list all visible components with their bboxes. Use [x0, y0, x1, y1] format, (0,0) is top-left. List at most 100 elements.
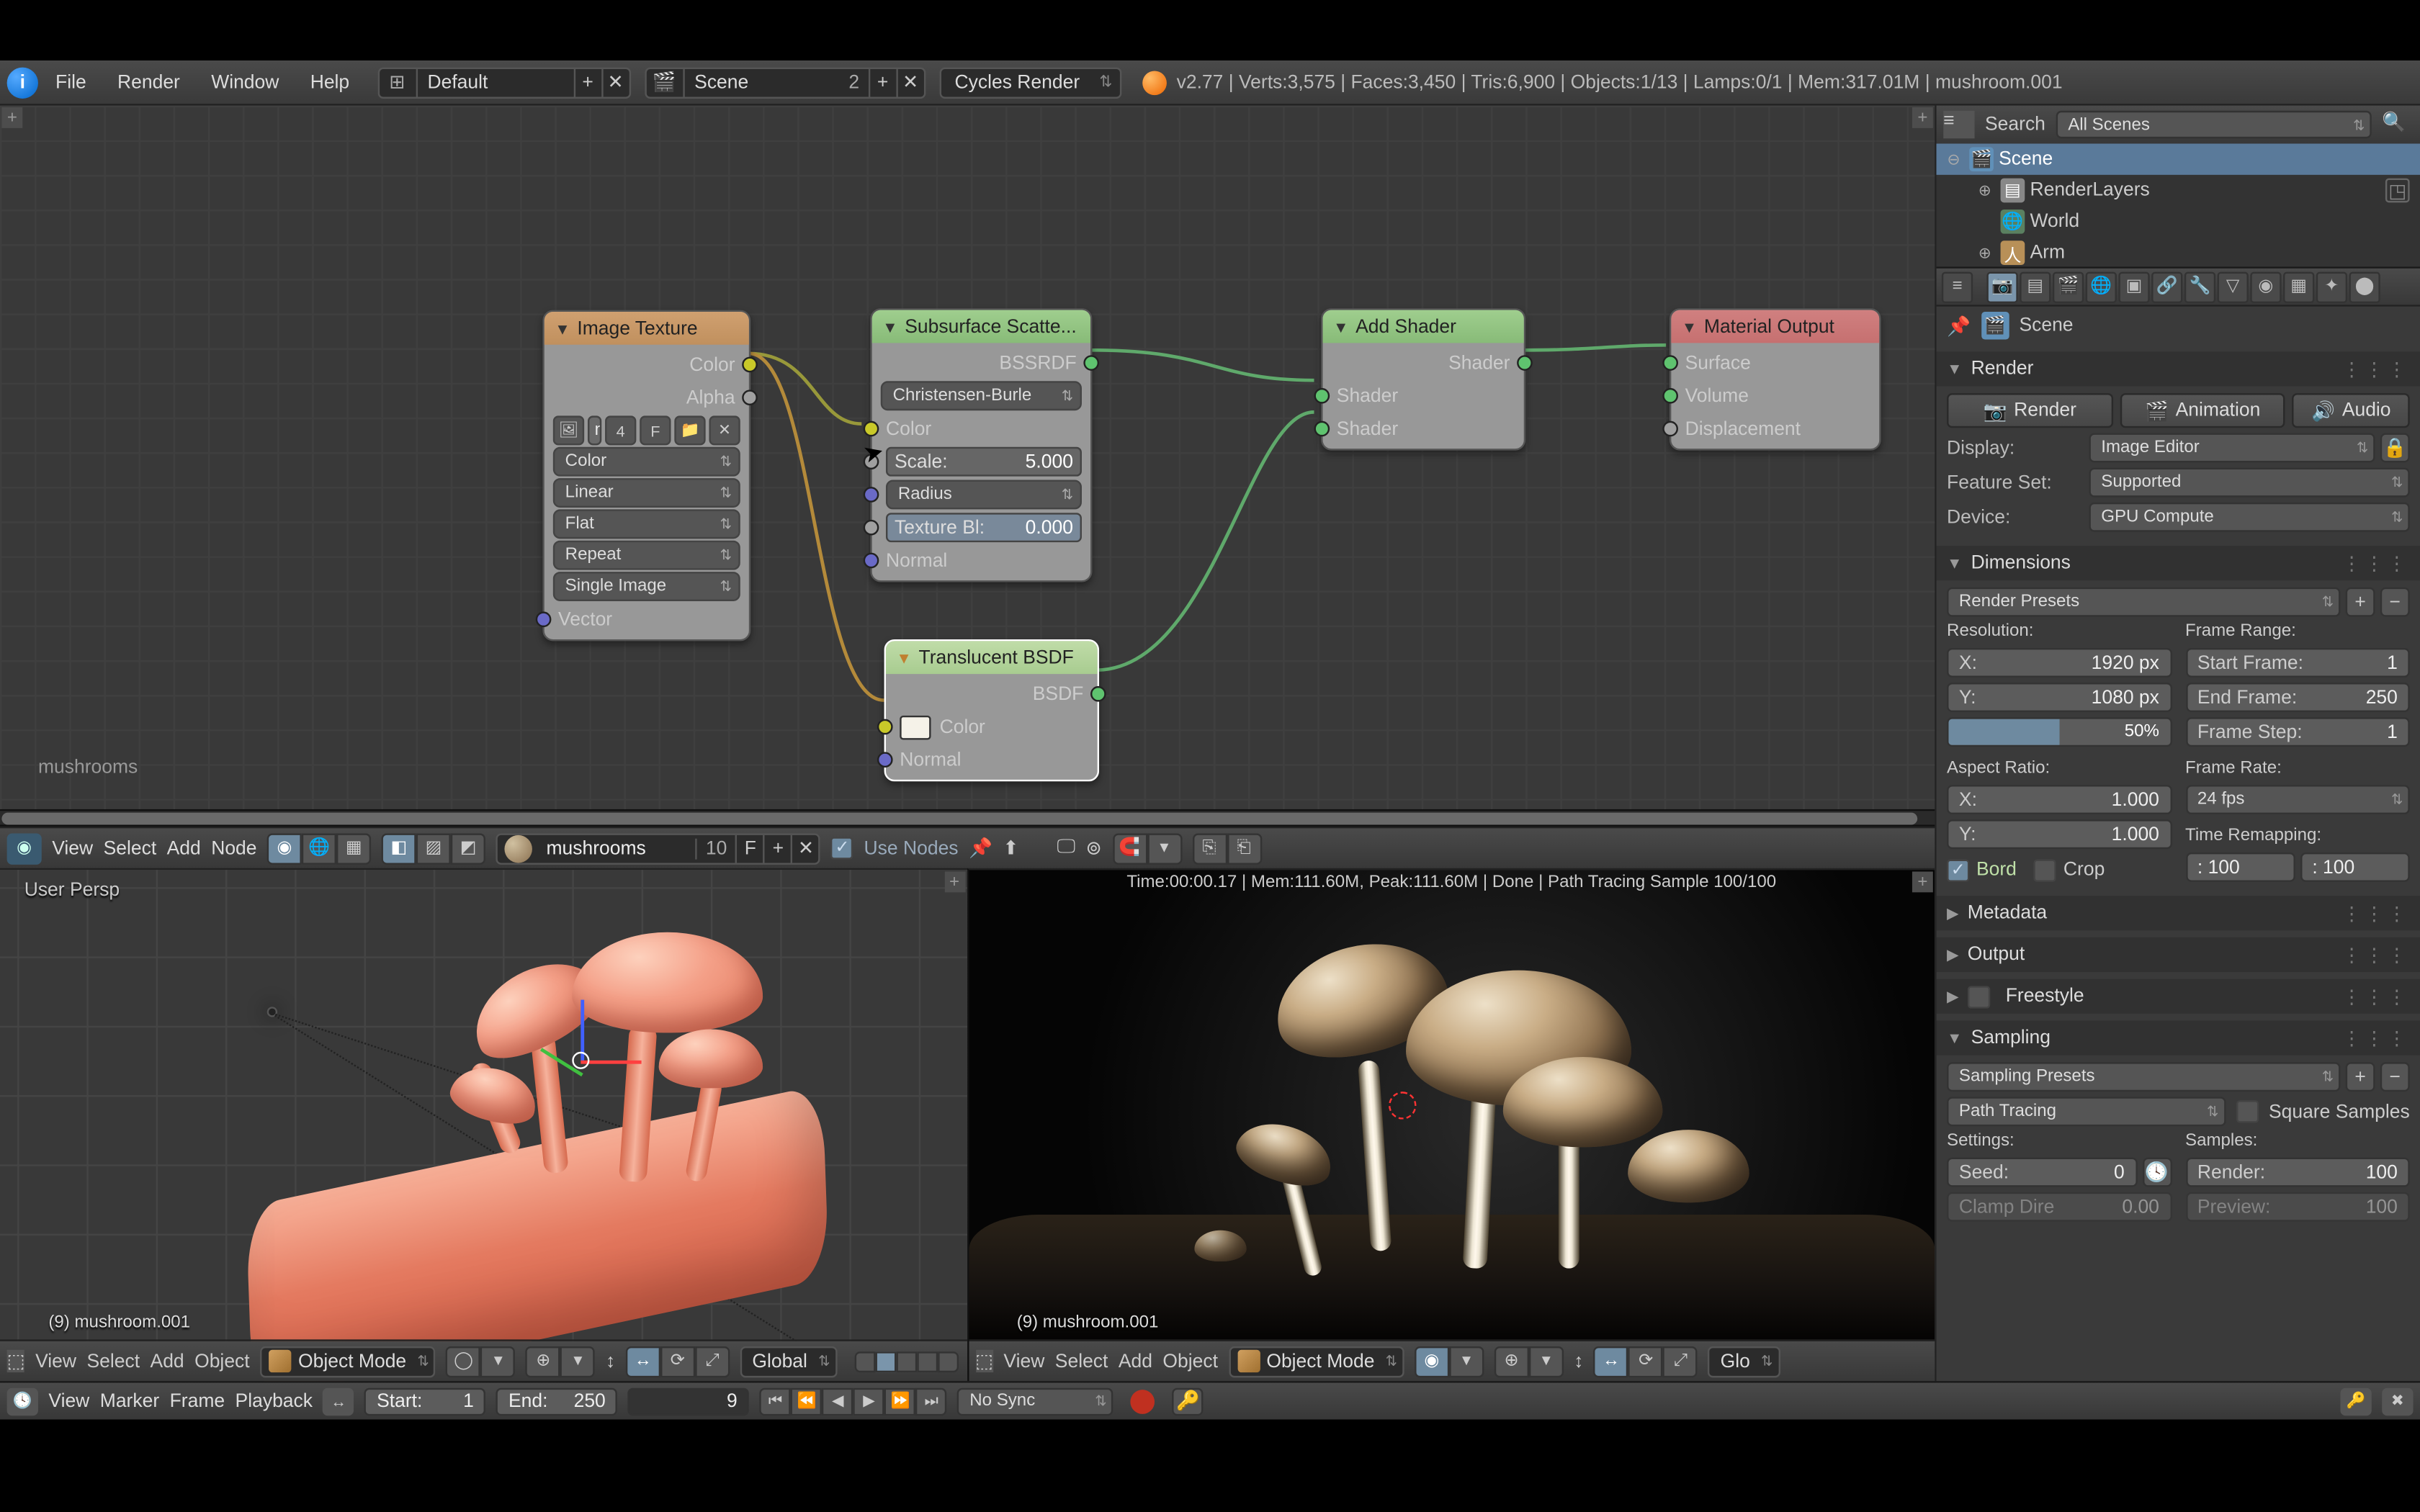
- paste-nodes-icon[interactable]: ⎗: [1227, 832, 1261, 863]
- socket-out-bsdf[interactable]: BSDF: [886, 678, 1098, 711]
- node-image-texture[interactable]: ▼Image Texture Color Alpha 🖼 mu 4 F 📁 ✕ …: [542, 310, 750, 642]
- ctx-data-icon[interactable]: ▽: [2218, 271, 2249, 302]
- manip-rotate-icon[interactable]: ⟳: [660, 1346, 695, 1377]
- ctx-render-icon[interactable]: 📷: [1986, 271, 2017, 302]
- lock-ui-icon[interactable]: 🔒: [2380, 433, 2410, 463]
- node-subsurface-scattering[interactable]: ▼Subsurface Scatte... BSSRDF Christensen…: [870, 308, 1092, 582]
- pivot-buttons[interactable]: ⊕ ▾: [1494, 1346, 1564, 1377]
- socket-out-shader[interactable]: Shader: [1323, 346, 1524, 379]
- start-frame-field[interactable]: Start:1: [364, 1387, 485, 1416]
- jump-end-icon[interactable]: ⏭: [916, 1387, 947, 1416]
- autokey-icon[interactable]: 🔑: [1173, 1387, 1204, 1416]
- ctx-particles-icon[interactable]: ✦: [2316, 271, 2347, 302]
- preview-samples-field[interactable]: Preview:100: [2185, 1192, 2410, 1222]
- menu-file[interactable]: File: [42, 60, 100, 105]
- area-corner-handle[interactable]: +: [1912, 107, 1933, 128]
- socket-in-displacement[interactable]: Displacement: [1671, 413, 1879, 446]
- node-editor-hscroll[interactable]: [0, 809, 1935, 827]
- socket-out-color[interactable]: Color: [544, 348, 749, 382]
- auto-record-icon[interactable]: [1131, 1389, 1155, 1413]
- viewport-3d-right[interactable]: Time:00:00.17 | Mem:111.60M, Peak:111.60…: [967, 868, 1935, 1381]
- jump-next-key-icon[interactable]: ⏩: [884, 1387, 915, 1416]
- start-frame-field[interactable]: Start Frame:1: [2185, 648, 2410, 678]
- snap-toggle[interactable]: 🧲 ▾: [1112, 832, 1181, 863]
- shading-rendered-icon[interactable]: ◉: [1415, 1346, 1449, 1377]
- node-header[interactable]: ▼Translucent BSDF: [886, 641, 1098, 674]
- tl-menu-playback[interactable]: Playback: [236, 1390, 313, 1411]
- resolution-percentage-slider[interactable]: 50%: [1947, 717, 2172, 747]
- node-translucent-bsdf[interactable]: ▼Translucent BSDF BSDF Color Normal: [884, 639, 1099, 781]
- material-fakeuser-button[interactable]: F: [735, 834, 763, 863]
- pin-icon[interactable]: 📌: [969, 837, 992, 859]
- node-header[interactable]: ▼Image Texture: [544, 312, 749, 345]
- pin-icon[interactable]: 📌: [1947, 315, 1971, 337]
- area-corner-handle[interactable]: +: [1, 107, 22, 128]
- gizmo-x-axis[interactable]: [581, 1061, 641, 1064]
- projection-dropdown[interactable]: Flat: [553, 509, 740, 539]
- manip-scale-icon[interactable]: ⤢: [1663, 1346, 1698, 1377]
- resolution-x-field[interactable]: X:1920 px: [1947, 648, 2172, 678]
- viewport-3d-left[interactable]: User Persp (9) mushroom.001 + ⬚ View Sel…: [0, 868, 967, 1381]
- linestyle-data-icon[interactable]: ▦: [336, 832, 371, 863]
- socket-in-shader-2[interactable]: Shader: [1323, 413, 1524, 446]
- node-add-shader[interactable]: ▼Add Shader Shader Shader Shader: [1321, 308, 1525, 450]
- nodeed-menu-view[interactable]: View: [52, 838, 93, 859]
- panel-header-metadata[interactable]: ▶Metadata⋮⋮⋮: [1937, 896, 2420, 930]
- pivot-icon[interactable]: ⊕: [526, 1346, 560, 1377]
- interpolation-dropdown[interactable]: Linear: [553, 478, 740, 508]
- socket-in-radius[interactable]: Radius: [872, 478, 1090, 511]
- extension-dropdown[interactable]: Repeat: [553, 541, 740, 570]
- socket-out-alpha[interactable]: Alpha: [544, 381, 749, 414]
- outliner-tree[interactable]: ⊖🎬Scene ⊕▤RenderLayers◳ 🌐World ⊕人Arm: [1937, 144, 2420, 267]
- image-datablock-row[interactable]: 🖼 mu 4 F 📁 ✕: [553, 415, 740, 445]
- parent-node-icon[interactable]: ⬆: [1003, 837, 1018, 859]
- tl-menu-frame[interactable]: Frame: [170, 1390, 225, 1411]
- image-name-field[interactable]: mu: [588, 415, 601, 445]
- ctx-physics-icon[interactable]: ⬤: [2349, 271, 2380, 302]
- copy-paste-buttons[interactable]: ⎘ ⎗: [1192, 832, 1261, 863]
- preset-add-button[interactable]: +: [2346, 588, 2375, 617]
- editor-type-icon[interactable]: ⬚: [975, 1350, 993, 1372]
- scene-add-button[interactable]: +: [868, 68, 896, 96]
- featureset-dropdown[interactable]: Supported: [2089, 468, 2409, 498]
- manip-translate-icon[interactable]: ↔: [626, 1346, 660, 1377]
- node-material-output[interactable]: ▼Material Output Surface Volume Displace…: [1670, 308, 1881, 450]
- render-presets-dropdown[interactable]: Render Presets: [1947, 588, 2340, 617]
- preset-remove-button[interactable]: −: [2380, 588, 2410, 617]
- outliner-row-renderlayers[interactable]: ⊕▤RenderLayers◳: [1937, 175, 2420, 206]
- preset-remove-button[interactable]: −: [2380, 1062, 2410, 1092]
- manip-scale-icon[interactable]: ⤢: [695, 1346, 730, 1377]
- remap-new-field[interactable]: : 100: [2300, 852, 2409, 882]
- tree-type-toggle[interactable]: ◧ ▨ ◩: [382, 832, 485, 863]
- blender-info-icon[interactable]: i: [7, 66, 38, 97]
- freestyle-checkbox[interactable]: [1968, 985, 1990, 1007]
- node-header[interactable]: ▼Add Shader: [1323, 310, 1524, 343]
- border-checkbox[interactable]: ✓: [1947, 860, 1969, 882]
- tl-menu-view[interactable]: View: [48, 1390, 89, 1411]
- outliner-row-world[interactable]: 🌐World: [1937, 206, 2420, 237]
- layout-remove-button[interactable]: ✕: [601, 68, 629, 96]
- material-preview-icon[interactable]: [505, 834, 533, 863]
- end-frame-field[interactable]: End:250: [496, 1387, 617, 1416]
- display-dropdown[interactable]: Image Editor: [2089, 433, 2375, 463]
- node-header[interactable]: ▼Subsurface Scatte...: [872, 310, 1090, 343]
- copy-nodes-icon[interactable]: ⎘: [1192, 832, 1227, 863]
- nodeed-menu-add[interactable]: Add: [167, 838, 201, 859]
- socket-in-normal[interactable]: Normal: [886, 743, 1098, 776]
- manipulator-toggle-icon[interactable]: ↕: [1574, 1351, 1583, 1372]
- shading-wire-icon[interactable]: ◯: [447, 1346, 481, 1377]
- menu-render[interactable]: Render: [104, 60, 194, 105]
- backdrop-icon[interactable]: 🖵: [1057, 837, 1076, 859]
- seed-field[interactable]: Seed:0: [1947, 1158, 2137, 1187]
- socket-in-scale[interactable]: Scale:5.000: [872, 445, 1090, 478]
- jump-prev-key-icon[interactable]: ⏪: [791, 1387, 822, 1416]
- panel-header-freestyle[interactable]: ▶Freestyle⋮⋮⋮: [1937, 979, 2420, 1014]
- socket-in-volume[interactable]: Volume: [1671, 379, 1879, 413]
- pivot-menu-icon[interactable]: ▾: [1529, 1346, 1564, 1377]
- manipulator-mode[interactable]: ↔ ⟳ ⤢: [1594, 1346, 1698, 1377]
- vp-menu-add[interactable]: Add: [1119, 1351, 1152, 1372]
- image-source-dropdown[interactable]: Single Image: [553, 572, 740, 601]
- mode-dropdown[interactable]: Object Mode: [260, 1346, 436, 1377]
- key-insert-icon[interactable]: 🔑: [2340, 1387, 2371, 1416]
- scene-browse-icon[interactable]: 🎬: [646, 68, 684, 96]
